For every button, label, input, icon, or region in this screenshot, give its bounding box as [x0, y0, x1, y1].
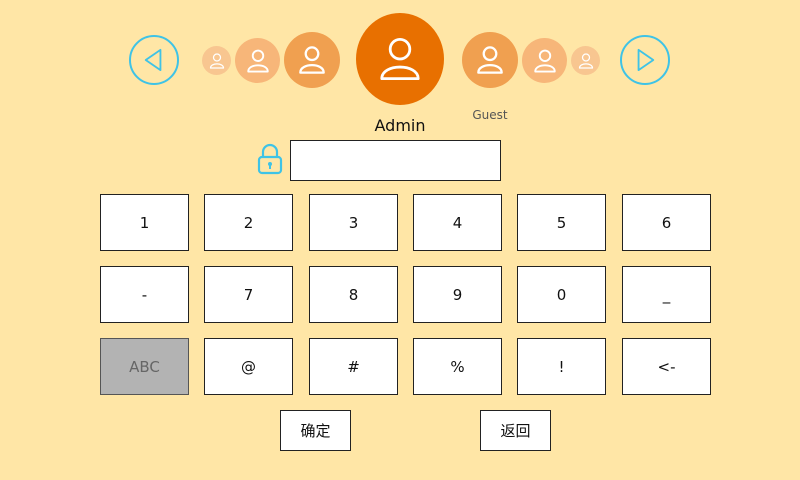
key-at[interactable]: @ [204, 338, 293, 395]
user-avatar-far-right[interactable] [571, 46, 600, 75]
key-percent[interactable]: % [413, 338, 502, 395]
next-user-button[interactable] [620, 35, 670, 85]
prev-user-button[interactable] [129, 35, 179, 85]
confirm-button[interactable]: 确定 [280, 410, 351, 451]
triangle-left-icon [144, 48, 162, 72]
key-9[interactable]: 9 [413, 266, 502, 323]
selected-user-name: Admin [374, 116, 426, 135]
key-8[interactable]: 8 [309, 266, 398, 323]
user-icon [533, 49, 556, 72]
user-avatar-mid-left[interactable] [235, 38, 280, 83]
lock-icon [255, 143, 285, 175]
key-2[interactable]: 2 [204, 194, 293, 251]
key-0[interactable]: 0 [517, 266, 606, 323]
user-avatar-near-right[interactable] [462, 32, 518, 88]
next-user-name: Guest [472, 108, 508, 122]
key-underscore[interactable]: _ [622, 266, 711, 323]
key-6[interactable]: 6 [622, 194, 711, 251]
key-exclamation[interactable]: ! [517, 338, 606, 395]
user-avatar-far-left[interactable] [202, 46, 231, 75]
user-icon [578, 52, 593, 69]
user-icon [209, 52, 224, 69]
password-input[interactable] [290, 140, 501, 181]
user-icon [246, 49, 269, 72]
triangle-right-icon [637, 48, 655, 72]
key-3[interactable]: 3 [309, 194, 398, 251]
user-icon [380, 38, 420, 80]
key-5[interactable]: 5 [517, 194, 606, 251]
key-1[interactable]: 1 [100, 194, 189, 251]
user-avatar-selected[interactable] [356, 13, 444, 105]
back-button[interactable]: 返回 [480, 410, 551, 451]
key-abc-mode[interactable]: ABC [100, 338, 189, 395]
key-hash[interactable]: # [309, 338, 398, 395]
key-hyphen[interactable]: - [100, 266, 189, 323]
key-4[interactable]: 4 [413, 194, 502, 251]
user-avatar-mid-right[interactable] [522, 38, 567, 83]
user-icon [299, 46, 325, 74]
key-7[interactable]: 7 [204, 266, 293, 323]
user-avatar-near-left[interactable] [284, 32, 340, 88]
key-backspace[interactable]: <- [622, 338, 711, 395]
user-icon [477, 46, 503, 74]
